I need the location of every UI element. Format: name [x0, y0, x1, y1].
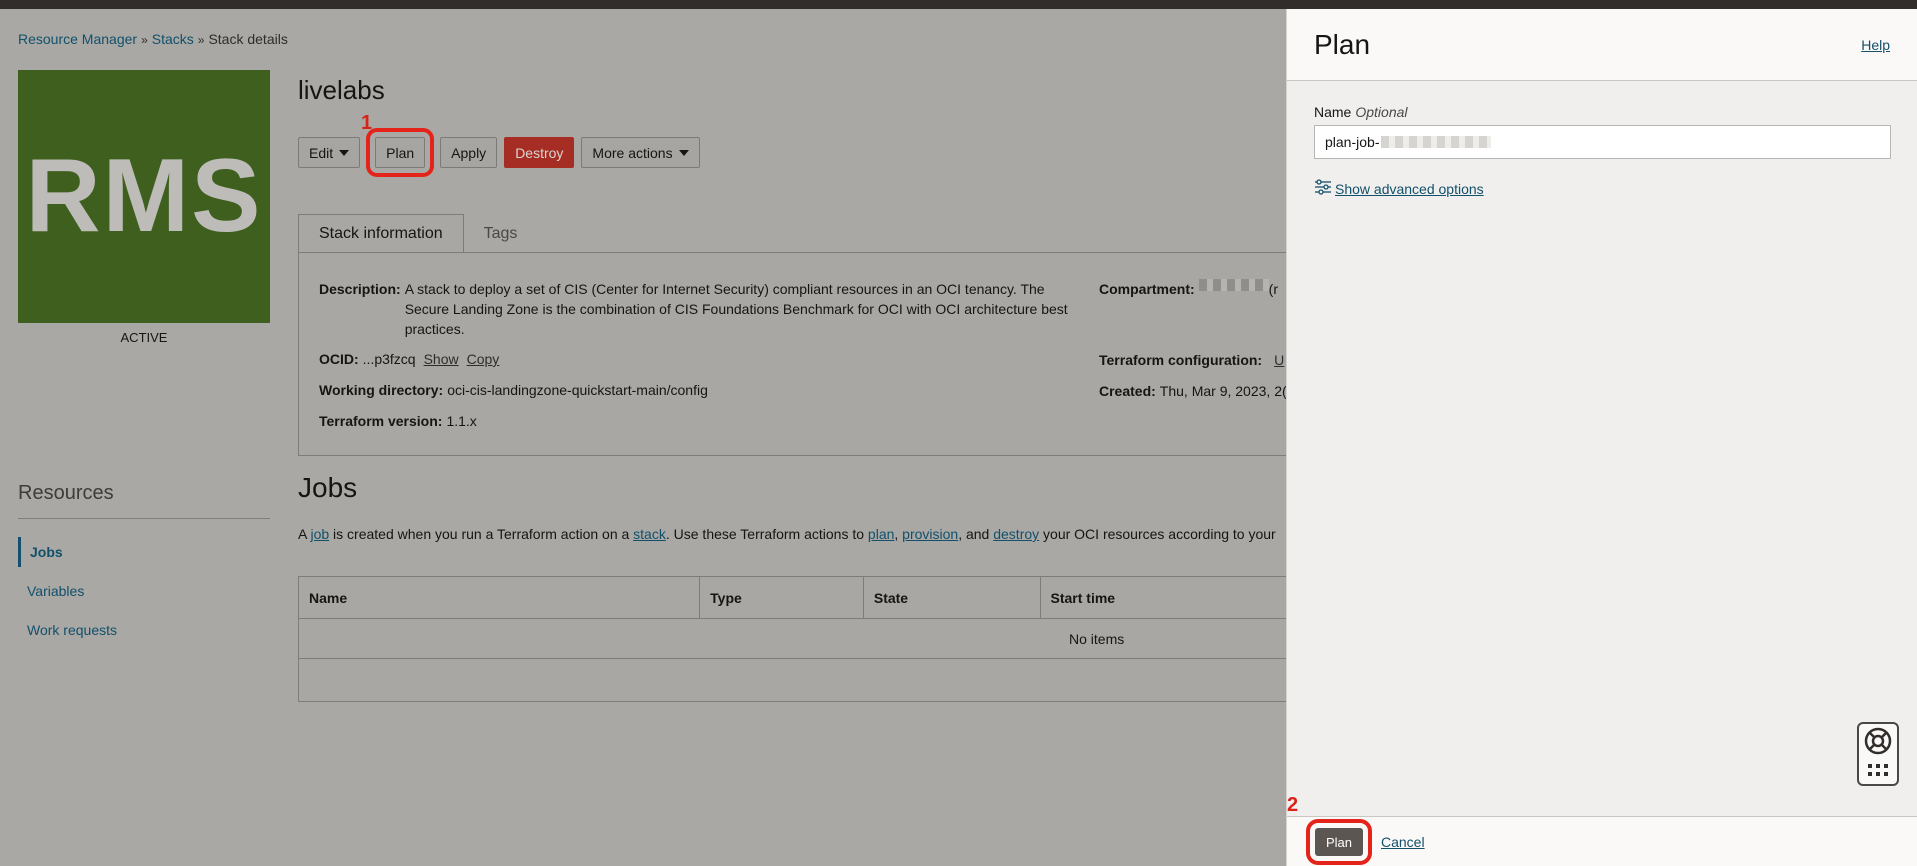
tab-stack-information[interactable]: Stack information	[298, 214, 464, 253]
table-footer	[299, 659, 1286, 701]
advanced-label: Show advanced options	[1335, 180, 1484, 197]
breadcrumb: Resource Manager» Stacks» Stack details	[18, 31, 288, 47]
help-link[interactable]: Help	[1861, 37, 1890, 53]
chevron-down-icon	[339, 149, 350, 156]
tfconfig-label: Terraform configuration:	[1099, 352, 1263, 368]
column-header-name[interactable]: Name	[299, 577, 701, 618]
ocid-show-link[interactable]: Show	[424, 349, 459, 369]
resources-item-work-requests[interactable]: Work requests	[18, 615, 270, 645]
info-left-column: Description: A stack to deploy a set of C…	[319, 279, 1079, 442]
workdir-label: Working directory:	[319, 382, 444, 398]
breadcrumb-resource-manager[interactable]: Resource Manager	[18, 31, 137, 47]
created-value: Thu, Mar 9, 2023, 2(	[1159, 383, 1286, 399]
desc-text: ,	[894, 526, 903, 542]
optional-label: Optional	[1355, 104, 1408, 120]
action-toolbar: Edit Plan Apply Destroy More actions	[298, 128, 700, 177]
chevron-down-icon	[678, 149, 689, 156]
desc-text: A	[298, 526, 311, 542]
plan-drawer: Plan Help Name Optional plan-job- Show ad…	[1286, 9, 1917, 866]
stack-link[interactable]: stack	[633, 526, 666, 542]
step-marker-2: 2	[1287, 794, 1299, 816]
more-actions-button[interactable]: More actions	[581, 137, 700, 168]
show-advanced-options-link[interactable]: Show advanced options	[1314, 179, 1484, 198]
ocid-label: OCID:	[319, 351, 359, 367]
name-input-value: plan-job-	[1325, 134, 1380, 150]
stack-details-page: Resource Manager» Stacks» Stack details RM…	[0, 9, 1286, 866]
stack-logo: RMS	[18, 70, 270, 323]
more-actions-label: More actions	[592, 144, 673, 161]
column-header-type[interactable]: Type	[700, 577, 864, 618]
drawer-title: Plan	[1314, 29, 1371, 60]
column-header-start-time[interactable]: Start time	[1041, 577, 1286, 618]
destroy-link[interactable]: destroy	[993, 526, 1039, 542]
created-label: Created:	[1099, 383, 1156, 399]
jobs-table: Name Type State Start time No items	[298, 576, 1286, 702]
divider	[18, 518, 270, 519]
tab-bar: Stack information Tags	[298, 214, 537, 253]
plan-link[interactable]: plan	[868, 526, 894, 542]
lifebuoy-icon	[1863, 726, 1893, 761]
empty-message: No items	[299, 619, 1286, 659]
destroy-button[interactable]: Destroy	[504, 137, 575, 168]
page-title: livelabs	[298, 75, 385, 105]
name-label: Name	[1314, 104, 1352, 120]
tab-tags[interactable]: Tags	[464, 214, 538, 253]
compartment-suffix: (r	[1268, 281, 1278, 297]
ocid-value: ...p3fzcq	[362, 351, 416, 367]
edit-button[interactable]: Edit	[298, 137, 361, 168]
info-right-column: Compartment: (r Terraform configuration: U…	[1099, 279, 1286, 412]
workdir-value: oci-cis-landingzone-quickstart-main/conf…	[447, 382, 708, 398]
provision-link[interactable]: provision	[902, 526, 958, 542]
resources-nav: Jobs Variables Work requests	[18, 537, 270, 654]
logo-text: RMS	[25, 138, 263, 254]
top-bar	[0, 0, 1917, 9]
apply-button[interactable]: Apply	[440, 137, 498, 168]
sliders-icon	[1314, 179, 1332, 198]
resources-title: Resources	[18, 482, 114, 504]
description-label: Description:	[319, 281, 401, 297]
breadcrumb-current: Stack details	[208, 31, 288, 47]
desc-text: . Use these Terraform actions to	[665, 526, 868, 542]
table-header: Name Type State Start time	[299, 577, 1286, 619]
column-header-state[interactable]: State	[864, 577, 1041, 618]
tfversion-value: 1.1.x	[446, 413, 477, 429]
resources-item-variables[interactable]: Variables	[18, 576, 270, 606]
jobs-description: A job is created when you run a Terrafor…	[298, 526, 1276, 542]
desc-text: your OCI resources according to your	[1039, 526, 1276, 542]
plan-button[interactable]: Plan	[366, 128, 435, 177]
status-label: ACTIVE	[120, 330, 168, 345]
help-widget[interactable]	[1857, 722, 1899, 786]
desc-text: is created when you run a Terraform acti…	[329, 526, 634, 542]
name-input[interactable]: plan-job-	[1314, 125, 1891, 159]
drawer-header: Plan Help	[1287, 9, 1917, 81]
breadcrumb-stacks[interactable]: Stacks	[152, 31, 194, 47]
stack-information-panel: Description: A stack to deploy a set of C…	[298, 252, 1286, 456]
compartment-label: Compartment:	[1099, 281, 1195, 297]
jobs-title: Jobs	[298, 472, 358, 503]
job-link[interactable]: job	[310, 526, 329, 542]
drawer-footer: Plan Cancel	[1287, 816, 1917, 866]
edit-label: Edit	[309, 144, 334, 161]
desc-text: , and	[958, 526, 994, 542]
name-field-label: Name Optional	[1314, 104, 1408, 120]
resources-item-jobs[interactable]: Jobs	[18, 537, 270, 567]
step-marker-1: 1	[361, 112, 373, 134]
name-redacted	[1381, 136, 1492, 148]
ocid-copy-link[interactable]: Copy	[467, 349, 500, 369]
compartment-redacted	[1198, 279, 1269, 291]
grid-icon	[1866, 763, 1890, 782]
plan-submit-button[interactable]: Plan	[1305, 819, 1373, 865]
tfconfig-link[interactable]: U	[1274, 350, 1284, 370]
description-value: A stack to deploy a set of CIS (Center f…	[404, 281, 1068, 337]
tfversion-label: Terraform version:	[319, 413, 443, 429]
cancel-link[interactable]: Cancel	[1381, 834, 1425, 850]
